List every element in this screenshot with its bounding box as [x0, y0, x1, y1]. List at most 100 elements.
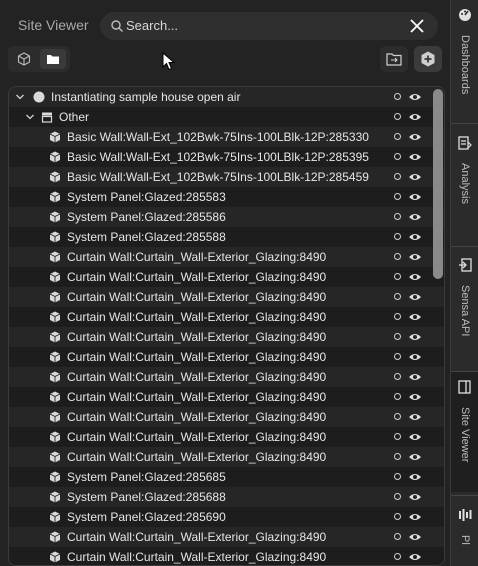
tree-item-row[interactable]: Basic Wall:Wall-Ext_102Bwk-75Ins-100LBlk…	[9, 127, 444, 147]
tree-item-row[interactable]: Curtain Wall:Curtain_Wall-Exterior_Glazi…	[9, 307, 444, 327]
eye-icon[interactable]	[408, 352, 422, 362]
eye-icon[interactable]	[408, 252, 422, 262]
sidebar-tab-sensa-api[interactable]: Sensa API	[451, 250, 478, 368]
eye-icon[interactable]	[408, 532, 422, 542]
visibility-toggle-dot[interactable]	[394, 293, 401, 300]
search-box[interactable]: Search...	[100, 12, 438, 40]
model-view-button[interactable]	[11, 49, 37, 69]
tree-item-row[interactable]: Curtain Wall:Curtain_Wall-Exterior_Glazi…	[9, 447, 444, 467]
sidebar-tab-site-viewer[interactable]: Site Viewer	[451, 372, 478, 492]
tree-scrollbar[interactable]	[433, 89, 443, 279]
tree-item-row[interactable]: System Panel:Glazed:285685	[9, 467, 444, 487]
import-folder-button[interactable]	[380, 46, 408, 72]
add-model-button[interactable]	[414, 46, 442, 72]
tree-item-row[interactable]: Basic Wall:Wall-Ext_102Bwk-75Ins-100LBlk…	[9, 147, 444, 167]
cube-icon	[49, 151, 61, 163]
cube-icon	[49, 491, 61, 503]
eye-icon[interactable]	[408, 292, 422, 302]
chevron-down-icon[interactable]	[15, 92, 25, 102]
cube-icon	[49, 531, 61, 543]
visibility-toggle-dot[interactable]	[394, 133, 401, 140]
visibility-toggle-dot[interactable]	[394, 213, 401, 220]
visibility-toggle-dot[interactable]	[394, 493, 401, 500]
visibility-toggle-dot[interactable]	[394, 513, 401, 520]
cube-icon	[49, 451, 61, 463]
eye-icon[interactable]	[408, 412, 422, 422]
visibility-toggle-dot[interactable]	[394, 153, 401, 160]
eye-icon[interactable]	[408, 332, 422, 342]
visibility-toggle-dot[interactable]	[394, 373, 401, 380]
visibility-toggle-dot[interactable]	[394, 113, 401, 120]
sidebar-tab-pl[interactable]: Pl	[451, 500, 478, 566]
panel-header: Site Viewer Search...	[0, 0, 450, 44]
eye-icon[interactable]	[408, 92, 422, 102]
tree-item-label: Curtain Wall:Curtain_Wall-Exterior_Glazi…	[67, 370, 327, 384]
visibility-toggle-dot[interactable]	[394, 393, 401, 400]
visibility-toggle-dot[interactable]	[394, 433, 401, 440]
close-icon[interactable]	[408, 17, 426, 35]
tree-item-row[interactable]: Curtain Wall:Curtain_Wall-Exterior_Glazi…	[9, 247, 444, 267]
eye-icon[interactable]	[408, 132, 422, 142]
eye-icon[interactable]	[408, 432, 422, 442]
tree-item-row[interactable]: Curtain Wall:Curtain_Wall-Exterior_Glazi…	[9, 387, 444, 407]
eye-icon[interactable]	[408, 172, 422, 182]
chevron-down-icon[interactable]	[25, 112, 35, 122]
visibility-toggle-dot[interactable]	[394, 273, 401, 280]
sidebar-tab-dashboards[interactable]: Dashboards	[451, 0, 478, 120]
cube-icon	[49, 211, 61, 223]
tree-item-row[interactable]: System Panel:Glazed:285588	[9, 227, 444, 247]
visibility-toggle-dot[interactable]	[394, 233, 401, 240]
visibility-toggle-dot[interactable]	[394, 173, 401, 180]
tree-item-row[interactable]: System Panel:Glazed:285688	[9, 487, 444, 507]
tree-item-label: Curtain Wall:Curtain_Wall-Exterior_Glazi…	[67, 430, 327, 444]
visibility-toggle-dot[interactable]	[394, 533, 401, 540]
eye-icon[interactable]	[408, 152, 422, 162]
visibility-toggle-dot[interactable]	[394, 93, 401, 100]
tree-root-row[interactable]: Instantiating sample house open air	[9, 87, 444, 107]
tree-item-row[interactable]: Curtain Wall:Curtain_Wall-Exterior_Glazi…	[9, 527, 444, 547]
visibility-toggle-dot[interactable]	[394, 453, 401, 460]
visibility-toggle-dot[interactable]	[394, 473, 401, 480]
visibility-toggle-dot[interactable]	[394, 193, 401, 200]
tree-group-row[interactable]: Other	[9, 107, 444, 127]
tree-item-row[interactable]: Curtain Wall:Curtain_Wall-Exterior_Glazi…	[9, 347, 444, 367]
tree-item-row[interactable]: Curtain Wall:Curtain_Wall-Exterior_Glazi…	[9, 367, 444, 387]
folder-view-button[interactable]	[40, 49, 66, 69]
eye-icon[interactable]	[408, 512, 422, 522]
visibility-toggle-dot[interactable]	[394, 313, 401, 320]
visibility-toggle-dot[interactable]	[394, 333, 401, 340]
eye-icon[interactable]	[408, 212, 422, 222]
eye-icon[interactable]	[408, 372, 422, 382]
cube-icon	[49, 371, 61, 383]
tree-group-label: Other	[59, 110, 90, 124]
tree-item-label: Curtain Wall:Curtain_Wall-Exterior_Glazi…	[67, 450, 327, 464]
visibility-toggle-dot[interactable]	[394, 413, 401, 420]
eye-icon[interactable]	[408, 272, 422, 282]
visibility-toggle-dot[interactable]	[394, 353, 401, 360]
eye-icon[interactable]	[408, 192, 422, 202]
tree-item-row[interactable]: Curtain Wall:Curtain_Wall-Exterior_Glazi…	[9, 267, 444, 287]
tree-item-row[interactable]: Curtain Wall:Curtain_Wall-Exterior_Glazi…	[9, 547, 444, 565]
eye-icon[interactable]	[408, 232, 422, 242]
eye-icon[interactable]	[408, 472, 422, 482]
model-tree[interactable]: Instantiating sample house open air Othe…	[8, 86, 445, 566]
sidebar-tab-analysis[interactable]: Analysis	[451, 128, 478, 243]
eye-icon[interactable]	[408, 112, 422, 122]
tree-item-row[interactable]: System Panel:Glazed:285586	[9, 207, 444, 227]
tree-item-row[interactable]: Curtain Wall:Curtain_Wall-Exterior_Glazi…	[9, 287, 444, 307]
visibility-toggle-dot[interactable]	[394, 253, 401, 260]
tree-item-row[interactable]: System Panel:Glazed:285690	[9, 507, 444, 527]
search-input[interactable]: Search...	[126, 18, 178, 33]
tree-item-row[interactable]: Basic Wall:Wall-Ext_102Bwk-75Ins-100LBlk…	[9, 167, 444, 187]
tree-item-row[interactable]: Curtain Wall:Curtain_Wall-Exterior_Glazi…	[9, 327, 444, 347]
tree-item-row[interactable]: Curtain Wall:Curtain_Wall-Exterior_Glazi…	[9, 407, 444, 427]
eye-icon[interactable]	[408, 552, 422, 562]
eye-icon[interactable]	[408, 312, 422, 322]
tree-item-label: Basic Wall:Wall-Ext_102Bwk-75Ins-100LBlk…	[67, 170, 369, 184]
eye-icon[interactable]	[408, 452, 422, 462]
tree-item-row[interactable]: System Panel:Glazed:285583	[9, 187, 444, 207]
eye-icon[interactable]	[408, 392, 422, 402]
tree-item-row[interactable]: Curtain Wall:Curtain_Wall-Exterior_Glazi…	[9, 427, 444, 447]
visibility-toggle-dot[interactable]	[394, 553, 401, 560]
eye-icon[interactable]	[408, 492, 422, 502]
